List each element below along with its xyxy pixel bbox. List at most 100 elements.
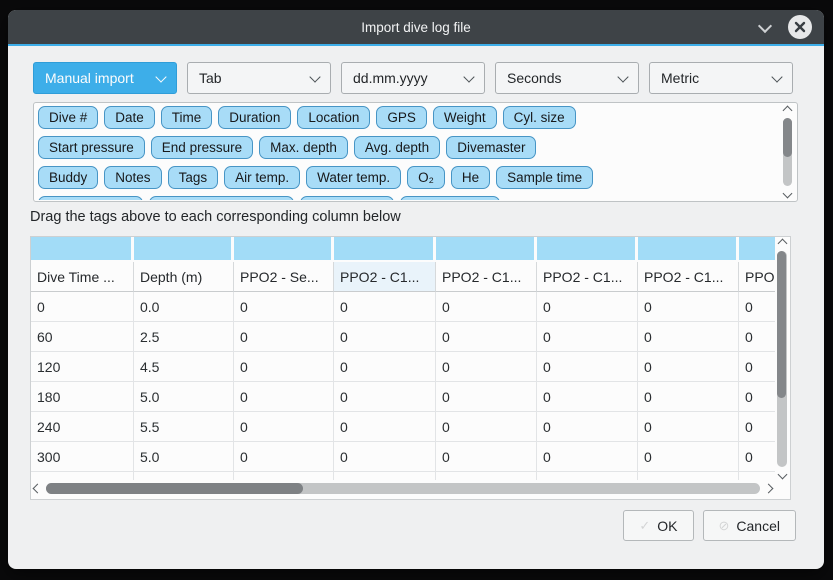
tag-o[interactable]: O₂	[407, 166, 445, 189]
table-cell	[638, 472, 739, 480]
table-cell: 0	[537, 442, 638, 472]
table-cell: 0	[334, 382, 436, 412]
drop-target-cell[interactable]	[31, 237, 134, 262]
column-header[interactable]: PPO2 - Se...	[234, 262, 334, 292]
table-cell: 0	[739, 382, 775, 412]
column-header[interactable]: Depth (m)	[134, 262, 234, 292]
table-horizontal-scrollbar[interactable]	[34, 481, 772, 496]
tag-panel: Dive # Date TimeDuration Location GPS Weight C…	[33, 102, 798, 202]
tag-weight[interactable]: Weight	[433, 106, 497, 129]
import-options-row: Manual import Tab dd.mm.yyyy Seconds Metric	[33, 62, 793, 94]
tag-start-pressure[interactable]: Start pressure	[38, 136, 145, 159]
tag-end-pressure[interactable]: End pressure	[151, 136, 253, 159]
scroll-down-icon[interactable]	[783, 189, 793, 199]
scrollbar-track[interactable]	[777, 251, 787, 467]
column-header[interactable]: PPO2 - C1...	[638, 262, 739, 292]
tag-sample-time[interactable]: Sample time	[496, 166, 593, 189]
table-viewport: Dive Time ...Depth (m)PPO2 - Se...PPO2 -…	[31, 237, 775, 480]
table-row: 00.0000000	[31, 292, 775, 322]
column-header[interactable]: PPO2 - C1...	[334, 262, 436, 292]
tag-sample-temperature[interactable]: Sample temperature	[149, 196, 293, 200]
chevron-down-icon	[309, 71, 320, 82]
tag-sample-depth[interactable]: Sample depth	[38, 196, 143, 200]
table-cell: 60	[31, 322, 134, 352]
tag-date[interactable]: Date	[104, 106, 155, 129]
tag-he[interactable]: He	[451, 166, 490, 189]
tag-air-temp[interactable]: Air temp.	[224, 166, 300, 189]
shade-button[interactable]	[757, 19, 773, 35]
drop-target-cell[interactable]	[739, 237, 775, 262]
tag-water-temp[interactable]: Water temp.	[306, 166, 401, 189]
table-cell: 0	[537, 412, 638, 442]
table-vertical-scrollbar[interactable]	[775, 240, 789, 478]
tag-panel-scrollbar[interactable]	[781, 107, 794, 197]
tag-sample-cns[interactable]: Sample CNS	[400, 196, 500, 200]
dropdown-import-mode[interactable]: Manual import	[33, 62, 177, 94]
cancel-button[interactable]: ⊘ Cancel	[703, 510, 797, 541]
table-cell: 0	[234, 382, 334, 412]
table-cell: 0	[638, 352, 739, 382]
table-cell: 0	[31, 292, 134, 322]
tag-list: Dive # Date TimeDuration Location GPS Weight C…	[38, 106, 777, 200]
table-cell: 240	[31, 412, 134, 442]
drop-target-cell[interactable]	[537, 237, 638, 262]
table-cell: 0	[638, 412, 739, 442]
tag-time[interactable]: Time	[161, 106, 213, 129]
column-header[interactable]: PPO2 - C1...	[537, 262, 638, 292]
drop-target-cell[interactable]	[134, 237, 234, 262]
scroll-up-icon[interactable]	[783, 106, 793, 116]
drop-target-cell[interactable]	[234, 237, 334, 262]
table-cell: 0	[234, 292, 334, 322]
scroll-left-icon[interactable]	[33, 484, 43, 494]
tag-tags[interactable]: Tags	[168, 166, 219, 189]
tag-dive[interactable]: Dive #	[38, 106, 98, 129]
tag-location[interactable]: Location	[297, 106, 370, 129]
table-cell: 0	[537, 322, 638, 352]
table-cell: 0	[436, 442, 537, 472]
table-cell: 0	[334, 412, 436, 442]
table-cell: 120	[31, 352, 134, 382]
drop-target-cell[interactable]	[334, 237, 436, 262]
table-cell: 0	[739, 352, 775, 382]
tag-gps[interactable]: GPS	[376, 106, 427, 129]
scrollbar-track[interactable]	[46, 483, 760, 494]
table-cell: 2.5	[134, 322, 234, 352]
table-cell: 0	[537, 382, 638, 412]
table-cell: 0	[334, 292, 436, 322]
scrollbar-thumb[interactable]	[46, 483, 303, 494]
table-cell: 0	[638, 292, 739, 322]
tag-sample-po[interactable]: Sample pO₂	[300, 196, 395, 200]
tag-max-depth[interactable]: Max. depth	[259, 136, 348, 159]
table-cell: 0	[436, 382, 537, 412]
drop-target-row	[31, 237, 775, 262]
table-cell: 300	[31, 442, 134, 472]
dropdown-value: Tab	[199, 70, 222, 86]
column-header[interactable]: PPO2	[739, 262, 775, 292]
dropdown-date-format[interactable]: dd.mm.yyyy	[341, 62, 485, 94]
ok-button[interactable]: ✓ OK	[623, 510, 693, 541]
tag-buddy[interactable]: Buddy	[38, 166, 98, 189]
scrollbar-thumb[interactable]	[783, 118, 792, 157]
drop-target-cell[interactable]	[638, 237, 739, 262]
titlebar[interactable]: Import dive log file	[8, 10, 824, 44]
scroll-down-icon[interactable]	[777, 470, 787, 480]
tag-divemaster[interactable]: Divemaster	[446, 136, 536, 159]
scrollbar-thumb[interactable]	[777, 251, 786, 398]
dropdown-field-separator[interactable]: Tab	[187, 62, 331, 94]
column-header[interactable]: PPO2 - C1...	[436, 262, 537, 292]
column-header[interactable]: Dive Time ...	[31, 262, 134, 292]
close-button[interactable]	[788, 15, 812, 39]
tag-cyl-size[interactable]: Cyl. size	[503, 106, 576, 129]
close-icon	[794, 21, 806, 33]
drop-target-cell[interactable]	[436, 237, 537, 262]
tag-notes[interactable]: Notes	[104, 166, 161, 189]
scroll-right-icon[interactable]	[764, 484, 774, 494]
dropdown-units[interactable]: Metric	[649, 62, 793, 94]
tag-duration[interactable]: Duration	[218, 106, 291, 129]
table-cell: 0	[436, 412, 537, 442]
scrollbar-track[interactable]	[783, 118, 792, 186]
tag-avg-depth[interactable]: Avg. depth	[354, 136, 440, 159]
dropdown-duration-format[interactable]: Seconds	[495, 62, 639, 94]
scroll-up-icon[interactable]	[777, 239, 787, 249]
table-cell	[334, 472, 436, 480]
